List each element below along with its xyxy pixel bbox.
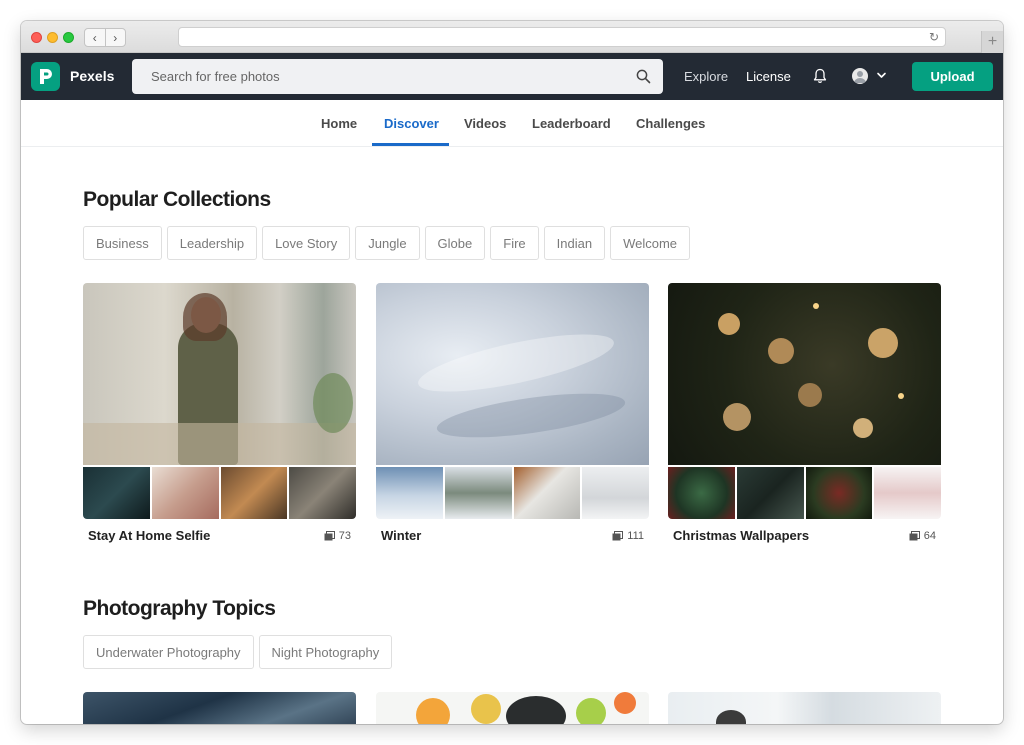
- tab-leaderboard[interactable]: Leaderboard: [532, 116, 611, 131]
- collection-card[interactable]: Winter 111: [376, 283, 649, 543]
- collection-count-value: 111: [627, 530, 644, 542]
- photography-topics-heading: Photography Topics: [83, 597, 276, 620]
- chevron-down-icon[interactable]: [876, 70, 887, 81]
- history-nav: ‹ ›: [84, 28, 126, 47]
- thumbnail-photo[interactable]: [151, 467, 219, 519]
- explore-link[interactable]: Explore: [684, 69, 728, 84]
- collection-thumbnails: [376, 467, 649, 519]
- collection-card[interactable]: Christmas Wallpapers 64: [668, 283, 941, 543]
- photos-icon: [909, 531, 920, 541]
- minimize-window-button[interactable]: [47, 32, 58, 43]
- browser-window: ‹ › ↻ + Pexels Explore License: [21, 21, 1003, 724]
- thumbnail-photo[interactable]: [444, 467, 512, 519]
- search-box: [132, 59, 663, 94]
- bell-icon[interactable]: [813, 68, 827, 84]
- search-input[interactable]: [132, 59, 663, 94]
- thumbnail-photo[interactable]: [736, 467, 804, 519]
- collection-count-value: 73: [338, 530, 351, 542]
- collection-title[interactable]: Winter: [381, 528, 421, 543]
- collection-count: 111: [612, 530, 644, 542]
- tab-home[interactable]: Home: [321, 116, 357, 131]
- avatar[interactable]: [852, 68, 868, 84]
- topic-cover-photo[interactable]: [668, 692, 941, 724]
- thumbnail-photo[interactable]: [805, 467, 873, 519]
- tag-indian[interactable]: Indian: [543, 226, 606, 260]
- thumbnail-photo[interactable]: [220, 467, 288, 519]
- topic-tags: Underwater Photography Night Photography: [83, 635, 393, 669]
- tag-fire[interactable]: Fire: [490, 226, 539, 260]
- collection-card[interactable]: Stay At Home Selfie 73: [83, 283, 356, 543]
- license-link[interactable]: License: [746, 69, 791, 84]
- pexels-logo-icon[interactable]: [31, 62, 60, 91]
- tag-globe[interactable]: Globe: [424, 226, 486, 260]
- tag-underwater-photography[interactable]: Underwater Photography: [83, 635, 254, 669]
- tag-jungle[interactable]: Jungle: [355, 226, 420, 260]
- search-icon[interactable]: [636, 69, 651, 84]
- tag-night-photography[interactable]: Night Photography: [258, 635, 393, 669]
- collection-count-value: 64: [923, 530, 936, 542]
- collection-cover-photo[interactable]: [376, 283, 649, 465]
- brand-name[interactable]: Pexels: [70, 68, 114, 84]
- photos-icon: [324, 531, 335, 541]
- new-tab-icon[interactable]: +: [981, 31, 1003, 53]
- back-icon[interactable]: ‹: [85, 29, 106, 46]
- collection-title[interactable]: Christmas Wallpapers: [673, 528, 809, 543]
- thumbnail-photo[interactable]: [83, 467, 150, 519]
- reload-icon[interactable]: ↻: [929, 30, 939, 44]
- topic-cover-photo[interactable]: [83, 692, 356, 724]
- tab-challenges[interactable]: Challenges: [636, 116, 705, 131]
- collection-thumbnails: [83, 467, 356, 519]
- zoom-window-button[interactable]: [63, 32, 74, 43]
- address-bar[interactable]: ↻: [178, 27, 946, 47]
- thumbnail-photo[interactable]: [668, 467, 735, 519]
- site-header: Pexels Explore License Upload: [21, 53, 1003, 100]
- tab-discover[interactable]: Discover: [384, 116, 439, 131]
- tag-leadership[interactable]: Leadership: [166, 226, 258, 260]
- topic-cover-photo[interactable]: [376, 692, 649, 724]
- collection-thumbnails: [668, 467, 941, 519]
- collection-cover-photo[interactable]: [668, 283, 941, 465]
- close-window-button[interactable]: [31, 32, 42, 43]
- upload-button[interactable]: Upload: [912, 62, 993, 91]
- thumbnail-photo[interactable]: [874, 467, 941, 519]
- active-tab-indicator: [372, 143, 449, 146]
- thumbnail-photo[interactable]: [582, 467, 649, 519]
- collection-count: 73: [324, 530, 351, 542]
- thumbnail-photo[interactable]: [289, 467, 356, 519]
- collection-tags: Business Leadership Love Story Jungle Gl…: [83, 226, 691, 260]
- tag-welcome[interactable]: Welcome: [610, 226, 691, 260]
- tag-business[interactable]: Business: [83, 226, 162, 260]
- collection-count: 64: [909, 530, 936, 542]
- collection-title[interactable]: Stay At Home Selfie: [88, 528, 210, 543]
- tab-videos[interactable]: Videos: [464, 116, 506, 131]
- photos-icon: [612, 531, 624, 541]
- sub-navigation: Home Discover Videos Leaderboard Challen…: [21, 100, 1003, 147]
- forward-icon[interactable]: ›: [106, 29, 126, 46]
- tag-love-story[interactable]: Love Story: [262, 226, 351, 260]
- collection-cover-photo[interactable]: [83, 283, 356, 465]
- browser-toolbar: ‹ › ↻ +: [21, 21, 1003, 53]
- thumbnail-photo[interactable]: [513, 467, 581, 519]
- thumbnail-photo[interactable]: [376, 467, 443, 519]
- popular-collections-heading: Popular Collections: [83, 188, 271, 211]
